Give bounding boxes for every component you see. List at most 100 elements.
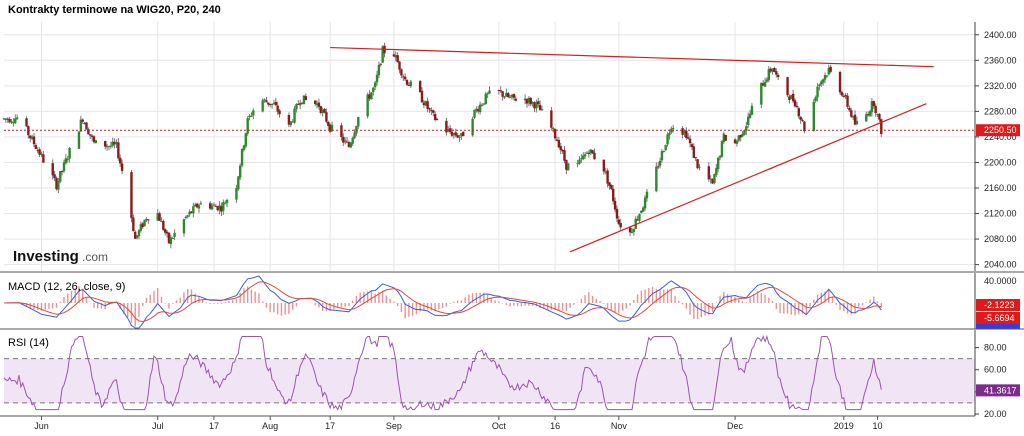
candle-body	[763, 81, 767, 87]
candle-body	[643, 197, 647, 209]
candle-body	[372, 87, 375, 93]
price-tick-label: 2040.00	[984, 260, 1017, 270]
candle-body	[630, 231, 634, 233]
candle-body	[668, 132, 671, 136]
candle-body	[212, 204, 216, 206]
candle-body	[685, 130, 688, 139]
candle-body	[619, 223, 622, 228]
investing-logo: Investing .com	[13, 248, 108, 265]
candle-body	[613, 200, 617, 210]
candle-body	[821, 79, 825, 83]
candle-body	[405, 79, 409, 85]
candle-body	[583, 154, 587, 157]
candle-body	[692, 146, 696, 158]
candle-body	[797, 108, 800, 117]
candle-body	[499, 90, 502, 92]
candle-body	[68, 147, 71, 159]
time-tick-label: Jun	[34, 421, 49, 431]
time-axis-ticks: Jun Jul 17 Aug 17 Sep Oct 16 Nov Dec 2019 10	[34, 416, 883, 431]
candle-body	[143, 219, 146, 227]
candle-body	[872, 101, 875, 107]
candle-body	[698, 166, 701, 168]
candle-body	[664, 145, 667, 151]
macd-value-1: -2.1223	[984, 300, 1015, 310]
time-tick-label: Sep	[386, 421, 402, 431]
candle-body	[162, 220, 165, 230]
candle-body	[252, 110, 255, 116]
candle-body	[612, 188, 615, 202]
candle-body	[803, 121, 806, 132]
candle-body	[343, 140, 347, 142]
candle-body	[418, 81, 422, 93]
chart: 2400.002360.002320.002280.002240.002200.…	[0, 4, 1024, 431]
time-tick-label: Oct	[492, 421, 507, 431]
candle-body	[707, 166, 711, 180]
candle-body	[117, 142, 120, 159]
candle-body	[874, 105, 877, 114]
candle-body	[210, 205, 214, 210]
candle-body	[720, 141, 724, 157]
candle-body	[829, 66, 832, 72]
candle-body	[812, 101, 815, 131]
candle-body	[825, 75, 829, 77]
candle-body	[370, 92, 373, 100]
candle-body	[293, 108, 296, 123]
macd-panel-title: MACD (12, 26, close, 9)	[8, 281, 125, 293]
candle-body	[735, 140, 739, 144]
time-tick-label: 10	[873, 421, 883, 431]
rsi-axis-ticks: 80.0060.0040.0020.00	[975, 343, 1007, 419]
candle-body	[488, 90, 491, 94]
time-tick-label: 16	[550, 421, 560, 431]
price-tick-label: 2280.00	[984, 106, 1017, 116]
candle-body	[855, 120, 859, 125]
candle-body	[403, 76, 407, 80]
candle-body	[615, 208, 619, 219]
price-tick-label: 2360.00	[984, 55, 1017, 65]
candle-body	[130, 172, 133, 218]
candle-body	[199, 203, 203, 205]
candle-body	[486, 93, 489, 95]
candle-body	[261, 100, 264, 112]
chart-title: Kontrakty terminowe na WIG20, P20, 240	[8, 4, 221, 16]
candle-body	[791, 93, 795, 102]
time-tick-label: Aug	[262, 421, 278, 431]
macd-value-2: -5.6694	[984, 313, 1015, 323]
price-tick-label: 2400.00	[984, 30, 1017, 40]
candle-body	[197, 205, 201, 209]
candle-body	[186, 215, 189, 217]
time-tick-label: Nov	[611, 421, 628, 431]
candle-body	[132, 217, 135, 231]
candle-body	[53, 174, 56, 179]
candle-body	[632, 229, 636, 233]
candle-body	[137, 230, 141, 237]
candle-body	[454, 132, 457, 136]
candle-body	[64, 158, 68, 164]
candle-body	[373, 82, 377, 88]
candle-body	[540, 109, 544, 111]
candle-body	[848, 107, 851, 111]
candle-body	[244, 133, 248, 147]
candle-body	[553, 129, 557, 139]
candle-body	[716, 157, 720, 170]
candle-body	[713, 173, 716, 183]
candle-body	[432, 110, 435, 113]
rsi-value: 41.3617	[984, 385, 1017, 395]
candle-body	[672, 128, 675, 130]
candle-body	[793, 100, 797, 107]
candle-body	[184, 216, 188, 218]
time-tick-label: 17	[209, 421, 219, 431]
candle-body	[610, 184, 613, 189]
candle-body	[89, 134, 92, 136]
time-tick-label: 2019	[834, 421, 854, 431]
candle-body	[694, 157, 697, 159]
candle-body	[795, 105, 799, 108]
candle-body	[750, 105, 754, 115]
time-tick-label: Dec	[727, 421, 744, 431]
candle-body	[379, 63, 382, 65]
candle-body	[317, 102, 321, 107]
candle-body	[57, 180, 60, 190]
candle-body	[59, 171, 62, 182]
candle-body	[32, 136, 36, 145]
candle-body	[760, 82, 763, 105]
candle-body	[265, 100, 268, 103]
